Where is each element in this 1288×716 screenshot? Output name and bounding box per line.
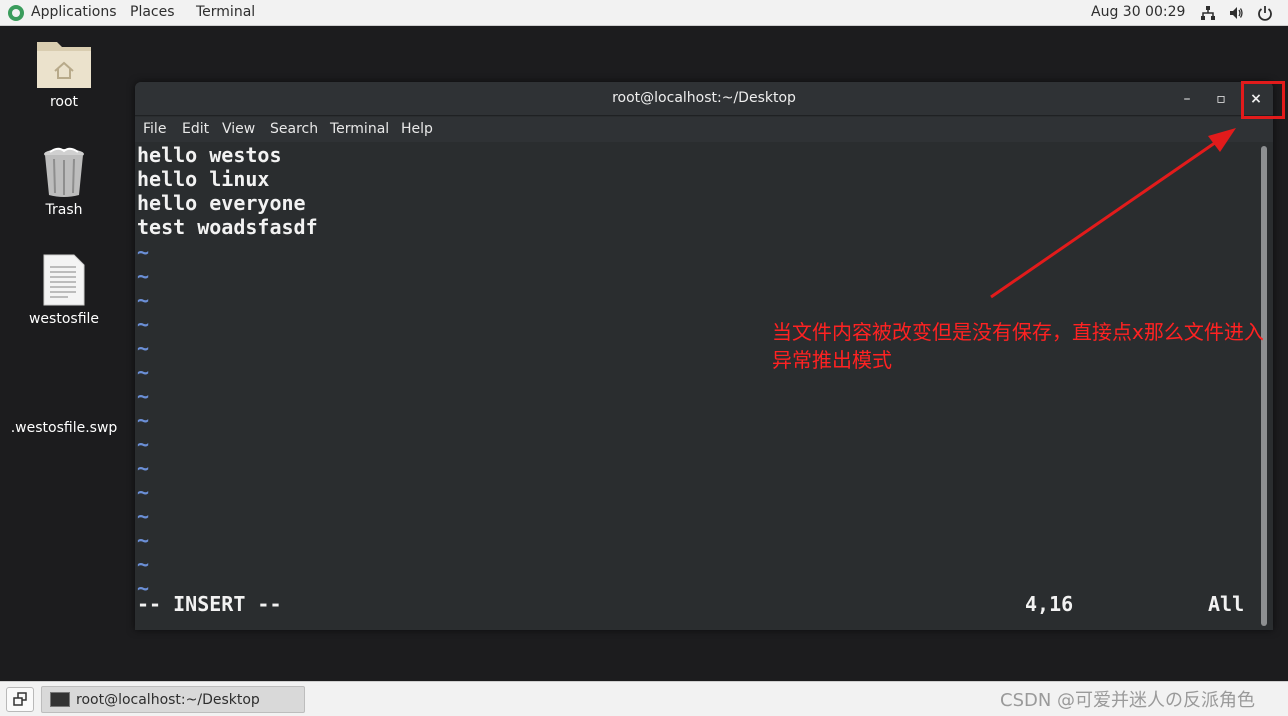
taskbar-window-label: root@localhost:~/Desktop [76, 692, 260, 708]
vim-empty-line-tilde: ~ [137, 288, 150, 312]
vim-empty-line-tilde: ~ [137, 528, 150, 552]
desktop-item-label: root [49, 94, 79, 110]
desktop-item-label: westosfile [28, 311, 100, 327]
annotation-text: 当文件内容被改变但是没有保存，直接点x那么文件进入异常推出模式 [772, 320, 1264, 372]
vim-mode-indicator: -- INSERT -- [137, 592, 282, 616]
vim-empty-line-tilde: ~ [137, 360, 150, 384]
vim-empty-line-tilde: ~ [137, 432, 150, 456]
places-menu[interactable]: Places [130, 4, 175, 20]
menu-file[interactable]: File [143, 121, 166, 137]
network-icon[interactable] [1200, 5, 1216, 21]
power-icon[interactable] [1257, 5, 1273, 21]
minimize-button[interactable]: – [1175, 88, 1199, 110]
applications-logo-icon[interactable] [8, 5, 24, 21]
window-title: root@localhost:~/Desktop [612, 90, 796, 106]
vim-empty-line-tilde: ~ [137, 408, 150, 432]
watermark: CSDN @可爱并迷人の反派角色 [1000, 690, 1256, 711]
desktop-item-label: .westosfile.swp [10, 420, 118, 436]
editor-line: hello linux [137, 167, 270, 191]
menu-terminal[interactable]: Terminal [330, 121, 389, 137]
maximize-button[interactable]: ▫ [1209, 88, 1233, 110]
scroll-position: All [1208, 592, 1245, 616]
close-highlight-box [1241, 81, 1285, 119]
menu-search[interactable]: Search [270, 121, 318, 137]
volume-icon[interactable] [1228, 5, 1244, 21]
vim-empty-line-tilde: ~ [137, 480, 150, 504]
vim-empty-line-tilde: ~ [137, 312, 150, 336]
vim-empty-line-tilde: ~ [137, 240, 150, 264]
terminal-content[interactable]: hello westos hello linux hello everyone … [135, 142, 1259, 630]
menu-view[interactable]: View [222, 121, 255, 137]
terminal-icon [50, 692, 70, 707]
editor-line: test woadsfasdf [137, 215, 318, 239]
desktop-item-swap-file[interactable]: .westosfile.swp [9, 420, 119, 436]
vim-empty-line-tilde: ~ [137, 552, 150, 576]
terminal-scrollbar[interactable] [1261, 146, 1267, 626]
terminal-menubar: File Edit View Search Terminal Help [135, 117, 1273, 142]
vim-empty-line-tilde: ~ [137, 264, 150, 288]
terminal-app-menu[interactable]: Terminal [196, 4, 255, 20]
vim-empty-line-tilde: ~ [137, 384, 150, 408]
desktop-item-westosfile[interactable]: westosfile [9, 253, 119, 327]
desktop-item-trash[interactable]: Trash [9, 146, 119, 218]
show-desktop-icon [13, 692, 27, 706]
show-desktop-button[interactable] [6, 687, 34, 712]
menu-help[interactable]: Help [401, 121, 433, 137]
cursor-position: 4,16 [1025, 592, 1074, 616]
trash-icon [44, 147, 84, 197]
vim-empty-line-tilde: ~ [137, 456, 150, 480]
home-folder-icon [37, 42, 91, 88]
clock[interactable]: Aug 30 00:29 [1091, 4, 1185, 20]
window-titlebar[interactable]: root@localhost:~/Desktop – ▫ × [135, 82, 1273, 116]
desktop-item-root[interactable]: root [9, 36, 119, 110]
desktop-item-label: Trash [45, 202, 83, 218]
applications-menu[interactable]: Applications [31, 4, 117, 20]
editor-line: hello westos [137, 143, 282, 167]
vim-empty-line-tilde: ~ [137, 504, 150, 528]
editor-line: hello everyone [137, 191, 306, 215]
menu-edit[interactable]: Edit [182, 121, 209, 137]
text-file-icon [43, 254, 85, 306]
vim-empty-line-tilde: ~ [137, 336, 150, 360]
top-panel: Applications Places Terminal Aug 30 00:2… [0, 0, 1288, 26]
taskbar-window-button[interactable]: root@localhost:~/Desktop [41, 686, 305, 713]
